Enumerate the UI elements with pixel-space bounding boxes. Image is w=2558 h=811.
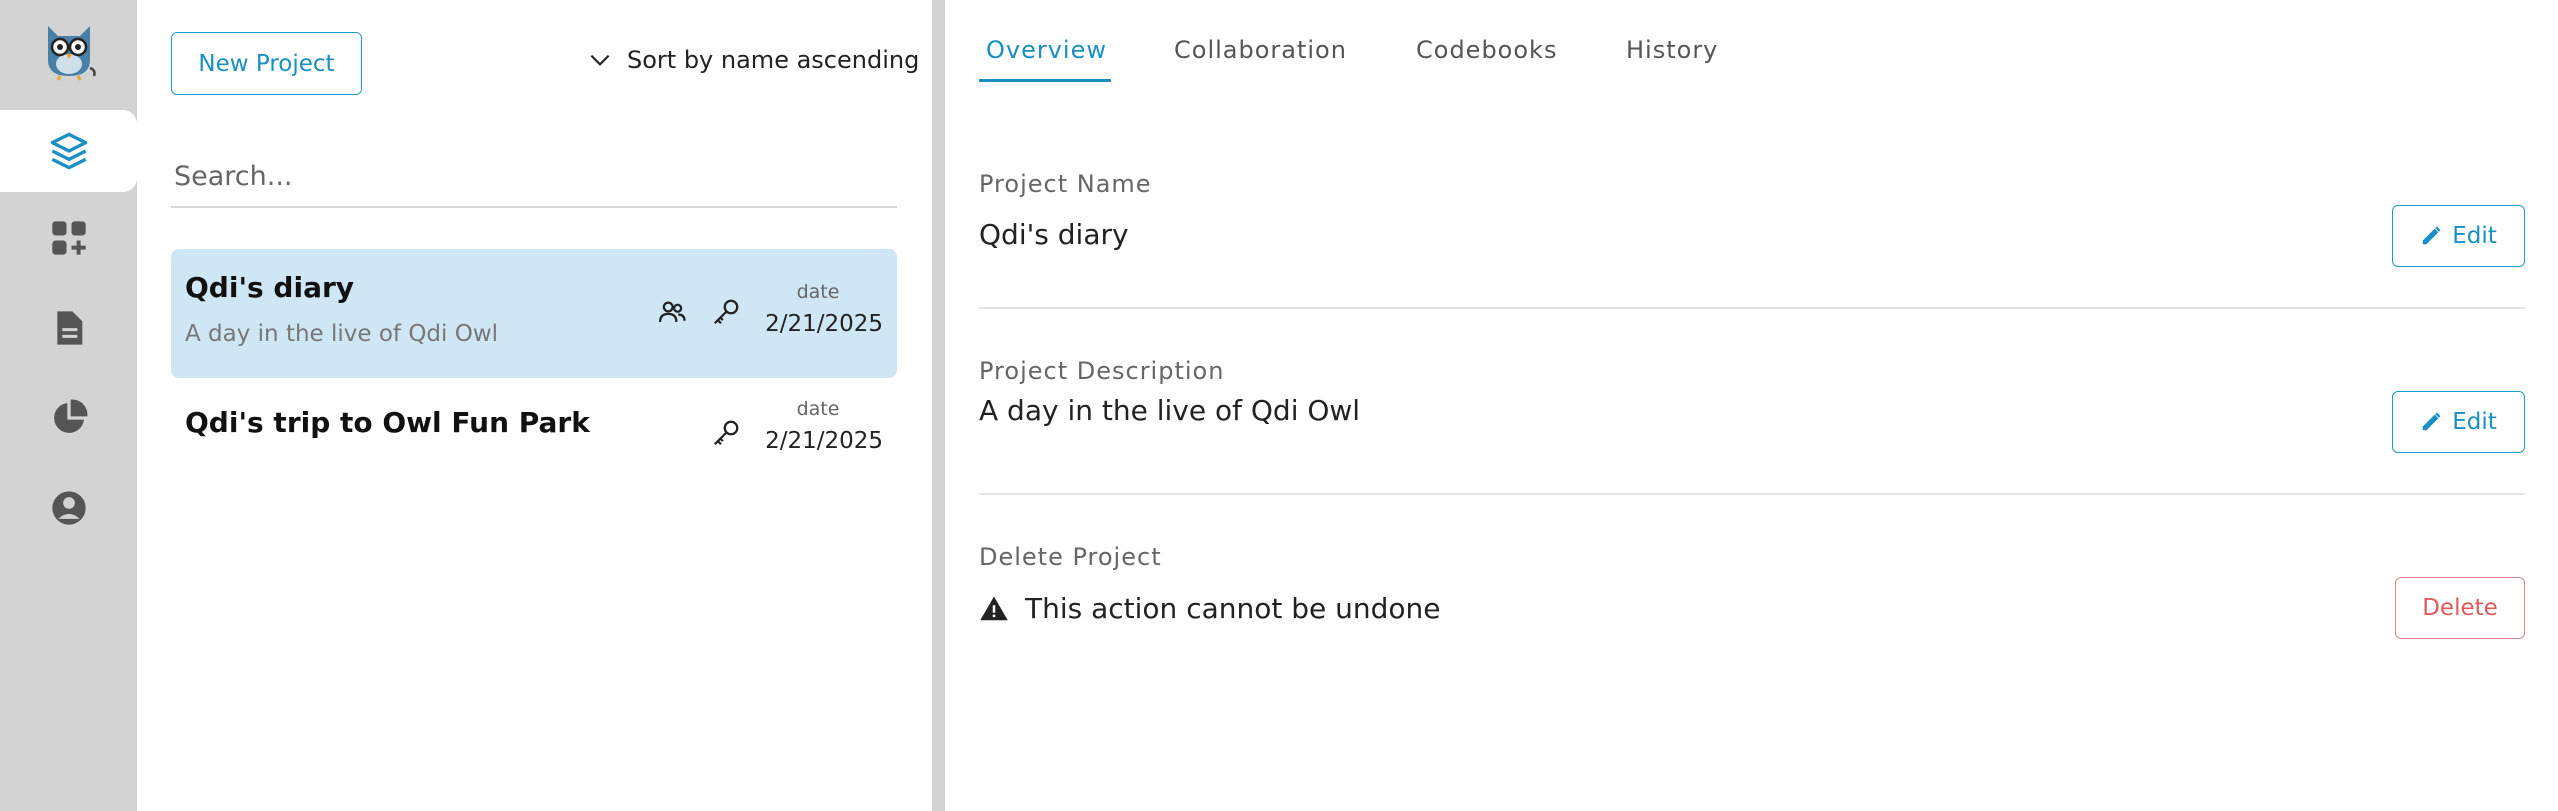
chevron-down-icon	[590, 54, 610, 66]
warning-icon	[980, 596, 1008, 620]
delete-warning-text: This action cannot be undone	[1025, 592, 1441, 625]
account-circle-icon	[51, 491, 86, 525]
delete-warning: This action cannot be undone	[979, 592, 1441, 625]
project-description-label: Project Description	[979, 357, 1225, 385]
edit-label: Edit	[2452, 409, 2497, 435]
layers-icon	[50, 132, 87, 170]
project-name-value: Qdi's diary	[979, 218, 1129, 251]
sidebar-item-account[interactable]	[0, 467, 137, 549]
edit-description-button[interactable]: Edit	[2392, 391, 2525, 453]
tab-history[interactable]: History	[1626, 36, 1718, 64]
new-project-button[interactable]: New Project	[171, 32, 362, 95]
sidebar	[0, 0, 137, 811]
sidebar-item-add-widget[interactable]	[0, 197, 137, 279]
project-date: 2/21/2025	[765, 311, 883, 337]
sort-label: Sort by name ascending	[627, 46, 920, 74]
project-title: Qdi's trip to Owl Fun Park	[185, 406, 590, 439]
project-date-label: date	[796, 398, 840, 420]
sort-dropdown[interactable]: Sort by name ascending	[587, 36, 919, 84]
project-description-value: A day in the live of Qdi Owl	[979, 394, 1361, 427]
tab-codebooks[interactable]: Codebooks	[1416, 36, 1557, 64]
sidebar-item-documents[interactable]	[0, 287, 137, 369]
active-tab-indicator	[979, 79, 1111, 82]
pencil-icon	[2422, 412, 2441, 431]
sidebar-item-analytics[interactable]	[0, 377, 137, 459]
projects-panel: New Project Sort by name ascending Qdi's…	[137, 0, 932, 811]
edit-label: Edit	[2452, 223, 2497, 249]
document-icon	[56, 311, 82, 345]
pie-chart-icon	[53, 399, 87, 433]
project-date-label: date	[796, 281, 840, 303]
project-title: Qdi's diary	[185, 271, 355, 304]
project-description: A day in the live of Qdi Owl	[185, 321, 499, 347]
tab-overview[interactable]: Overview	[986, 36, 1107, 64]
key-icon[interactable]	[711, 418, 741, 448]
sidebar-item-projects[interactable]	[0, 110, 137, 192]
project-date: 2/21/2025	[765, 428, 883, 454]
key-icon[interactable]	[711, 297, 741, 327]
section-divider	[979, 307, 2525, 309]
section-divider	[979, 493, 2525, 495]
project-list-item[interactable]: Qdi's diary A day in the live of Qdi Owl…	[171, 249, 897, 378]
owl-logo	[38, 20, 100, 82]
pencil-icon	[2422, 226, 2441, 245]
project-name-label: Project Name	[979, 170, 1152, 198]
tab-collaboration[interactable]: Collaboration	[1174, 36, 1347, 64]
delete-project-label: Delete Project	[979, 543, 1162, 571]
panel-resize-handle[interactable]	[932, 0, 945, 811]
search-input[interactable]	[171, 146, 897, 208]
delete-project-button[interactable]: Delete	[2395, 577, 2525, 639]
project-list-item[interactable]: Qdi's trip to Owl Fun Park date 2/21/202…	[171, 388, 897, 488]
edit-name-button[interactable]: Edit	[2392, 205, 2525, 267]
collaborators-icon[interactable]	[657, 297, 687, 327]
project-detail: Overview Collaboration Codebooks History…	[945, 0, 2558, 811]
widgets-add-icon	[51, 221, 86, 255]
app-root: New Project Sort by name ascending Qdi's…	[0, 0, 2558, 811]
